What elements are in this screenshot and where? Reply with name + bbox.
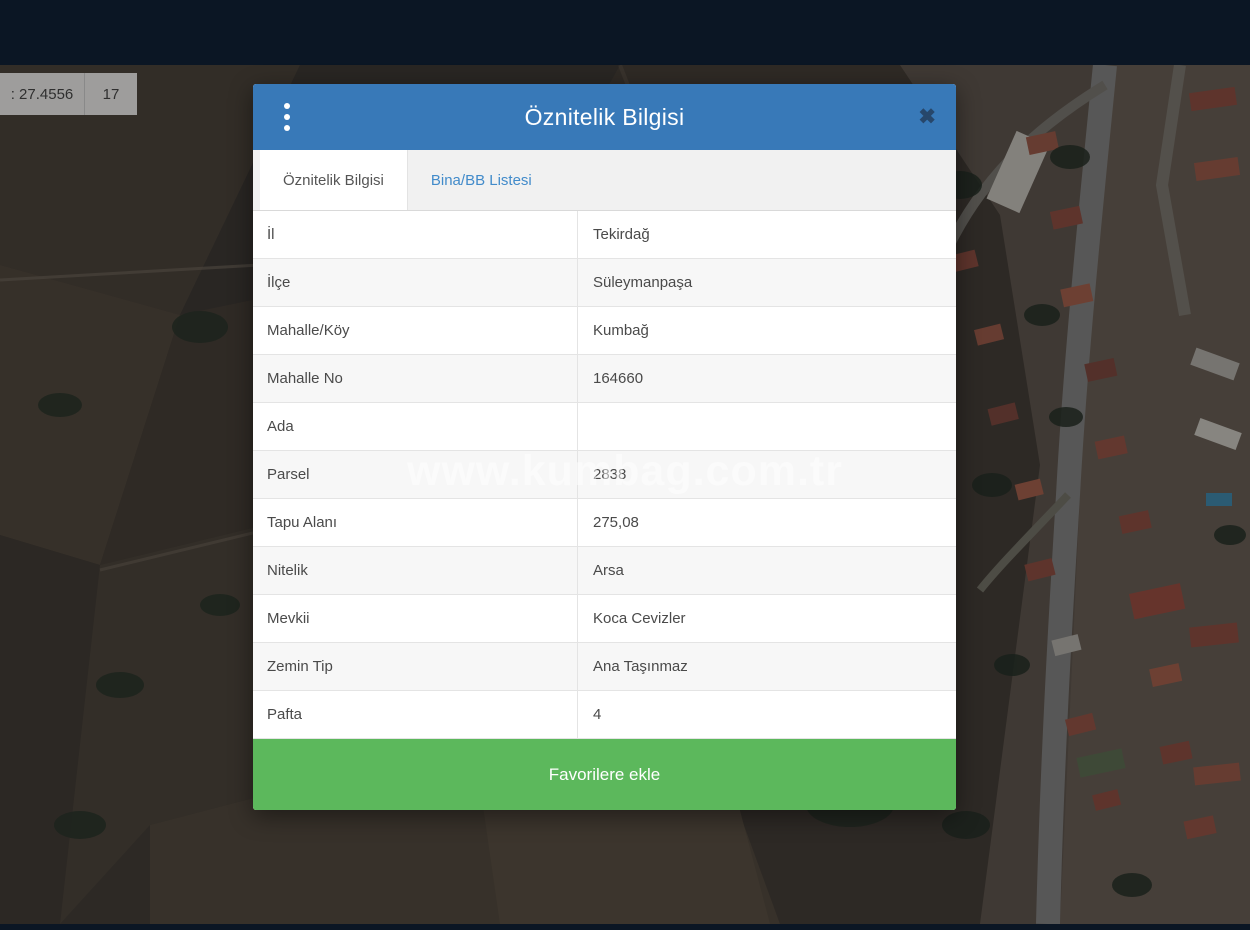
table-row: Nitelik Arsa bbox=[253, 547, 956, 595]
row-label: İl bbox=[253, 211, 577, 258]
row-label: Ada bbox=[253, 403, 577, 450]
row-value bbox=[577, 403, 956, 450]
row-label: Mahalle No bbox=[253, 355, 577, 402]
row-label: Parsel bbox=[253, 451, 577, 498]
row-label: Nitelik bbox=[253, 547, 577, 594]
map-status-bar: : 27.4556 17 bbox=[0, 73, 137, 115]
add-to-favorites-button[interactable]: Favorilere ekle bbox=[253, 739, 956, 810]
row-label: Mevkii bbox=[253, 595, 577, 642]
zoom-level-indicator: 17 bbox=[85, 73, 137, 115]
table-row: Zemin Tip Ana Taşınmaz bbox=[253, 643, 956, 691]
row-value: Süleymanpaşa bbox=[577, 259, 956, 306]
row-value: 4 bbox=[577, 691, 956, 738]
row-value: Koca Cevizler bbox=[577, 595, 956, 642]
row-value: Ana Taşınmaz bbox=[577, 643, 956, 690]
attribute-info-modal: Öznitelik Bilgisi ✖ Öznitelik Bilgisi Bi… bbox=[253, 84, 956, 810]
table-row: Ada bbox=[253, 403, 956, 451]
table-row: İlçe Süleymanpaşa bbox=[253, 259, 956, 307]
table-row: Mahalle/Köy Kumbağ bbox=[253, 307, 956, 355]
table-row: Parsel 2838 bbox=[253, 451, 956, 499]
table-row: Mahalle No 164660 bbox=[253, 355, 956, 403]
modal-title: Öznitelik Bilgisi bbox=[253, 104, 956, 131]
table-row: Mevkii Koca Cevizler bbox=[253, 595, 956, 643]
row-value: 2838 bbox=[577, 451, 956, 498]
attribute-table: İl Tekirdağ İlçe Süleymanpaşa Mahalle/Kö… bbox=[253, 211, 956, 739]
close-icon[interactable]: ✖ bbox=[918, 107, 936, 128]
row-value: 275,08 bbox=[577, 499, 956, 546]
row-label: Zemin Tip bbox=[253, 643, 577, 690]
row-label: İlçe bbox=[253, 259, 577, 306]
tab-bina-bb-listesi[interactable]: Bina/BB Listesi bbox=[408, 150, 555, 210]
row-value: Kumbağ bbox=[577, 307, 956, 354]
row-value: Tekirdağ bbox=[577, 211, 956, 258]
table-row: Pafta 4 bbox=[253, 691, 956, 739]
row-value: Arsa bbox=[577, 547, 956, 594]
tab-bar: Öznitelik Bilgisi Bina/BB Listesi bbox=[253, 150, 956, 211]
modal-header: Öznitelik Bilgisi ✖ bbox=[253, 84, 956, 150]
table-row: İl Tekirdağ bbox=[253, 211, 956, 259]
row-label: Tapu Alanı bbox=[253, 499, 577, 546]
row-value: 164660 bbox=[577, 355, 956, 402]
coordinate-readout: : 27.4556 bbox=[0, 73, 85, 115]
tab-oznitelik-bilgisi[interactable]: Öznitelik Bilgisi bbox=[260, 150, 408, 210]
top-bar bbox=[0, 0, 1250, 65]
kebab-menu-icon[interactable] bbox=[280, 99, 294, 135]
row-label: Mahalle/Köy bbox=[253, 307, 577, 354]
row-label: Pafta bbox=[253, 691, 577, 738]
table-row: Tapu Alanı 275,08 bbox=[253, 499, 956, 547]
bottom-bar bbox=[0, 924, 1250, 930]
